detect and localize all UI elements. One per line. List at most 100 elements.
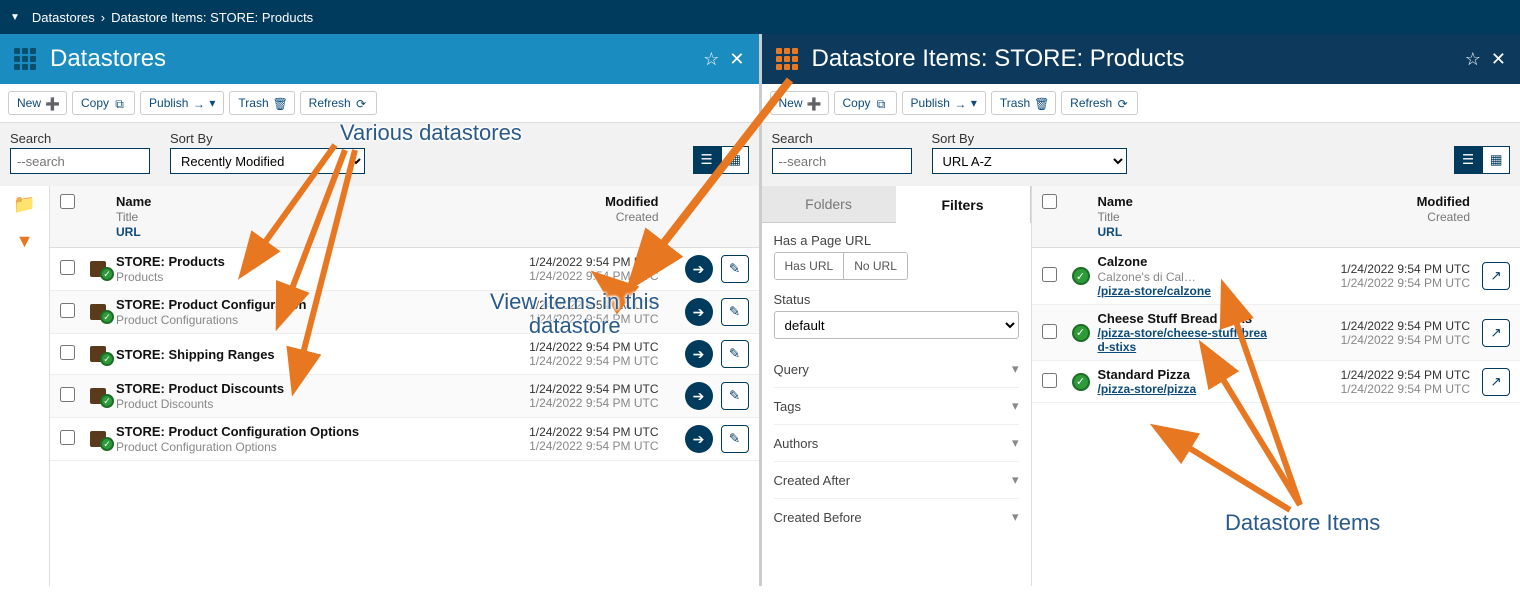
filter-section[interactable]: Authors▾ — [774, 424, 1019, 461]
copy-button[interactable]: Copy⧉ — [72, 91, 135, 115]
row-modified: 1/24/2022 9:54 PM UTC — [529, 382, 658, 396]
filter-section-label: Query — [774, 362, 809, 377]
row-name: Calzone — [1098, 254, 1271, 269]
list-view-button[interactable]: ☰ — [693, 146, 721, 174]
apps-icon[interactable] — [776, 48, 798, 70]
edit-button[interactable]: ✎ — [721, 298, 749, 326]
open-items-button[interactable]: ➔ — [685, 340, 713, 368]
row-checkbox[interactable] — [60, 430, 75, 445]
has-url-button[interactable]: Has URL — [775, 253, 845, 279]
chevron-down-icon: ▾ — [1012, 398, 1019, 414]
filter-section[interactable]: Tags▾ — [774, 387, 1019, 424]
copy-button[interactable]: Copy⧉ — [834, 91, 897, 115]
table-row[interactable]: ✓ STORE: Product Configuration OptionsPr… — [50, 418, 759, 461]
publish-button[interactable]: Publish→▾ — [902, 91, 986, 115]
tab-filters[interactable]: Filters — [896, 186, 1031, 223]
publish-button[interactable]: Publish→▾ — [140, 91, 224, 115]
table-row[interactable]: ✓ STORE: Shipping Ranges 1/24/2022 9:54 … — [50, 334, 759, 375]
datastore-status-icon: ✓ — [90, 429, 112, 449]
table-row[interactable]: ✓ STORE: ProductsProducts 1/24/2022 9:54… — [50, 248, 759, 291]
open-link-button[interactable]: ↗ — [1482, 262, 1510, 290]
grid-view-button[interactable]: ▦ — [721, 146, 749, 174]
table-row[interactable]: ✓ Cheese Stuff Bread Stixs/pizza-store/c… — [1032, 305, 1520, 361]
refresh-button[interactable]: Refresh⟳ — [300, 91, 377, 115]
edit-button[interactable]: ✎ — [721, 425, 749, 453]
row-checkbox[interactable] — [1042, 267, 1057, 282]
filter-section[interactable]: Created After▾ — [774, 461, 1019, 498]
select-all-checkbox[interactable] — [1042, 194, 1057, 209]
row-url[interactable]: /pizza-store/cheese-stuff-bread-stixs — [1098, 326, 1271, 354]
sort-select[interactable]: URL A-Z — [932, 148, 1127, 174]
row-modified: 1/24/2022 9:54 PM UTC — [529, 298, 658, 312]
edit-button[interactable]: ✎ — [721, 382, 749, 410]
status-ok-icon: ✓ — [1072, 373, 1090, 391]
row-title: Calzone's di Cal… — [1098, 270, 1196, 284]
new-button[interactable]: New➕ — [770, 91, 829, 115]
search-input[interactable] — [10, 148, 150, 174]
edit-button[interactable]: ✎ — [721, 255, 749, 283]
chevron-down-icon[interactable]: ▼ — [10, 12, 20, 23]
open-items-button[interactable]: ➔ — [685, 255, 713, 283]
row-checkbox[interactable] — [60, 345, 75, 360]
no-url-button[interactable]: No URL — [844, 253, 907, 279]
table-row[interactable]: ✓ Standard Pizza/pizza-store/pizza 1/24/… — [1032, 361, 1520, 403]
new-button[interactable]: New➕ — [8, 91, 67, 115]
select-all-checkbox[interactable] — [60, 194, 75, 209]
chevron-down-icon: ▾ — [1012, 472, 1019, 488]
filter-panel: Folders Filters Has a Page URL Has URL N… — [762, 186, 1032, 586]
row-checkbox[interactable] — [1042, 324, 1057, 339]
table-row[interactable]: ✓ CalzoneCalzone's di Cal…/pizza-store/c… — [1032, 248, 1520, 305]
open-items-button[interactable]: ➔ — [685, 298, 713, 326]
open-link-button[interactable]: ↗ — [1482, 368, 1510, 396]
trash-button[interactable]: Trash🗑 — [991, 91, 1056, 115]
list-view-button[interactable]: ☰ — [1454, 146, 1482, 174]
status-ok-icon: ✓ — [1072, 267, 1090, 285]
plus-icon: ➕ — [807, 97, 820, 110]
sort-select[interactable]: Recently Modified — [170, 148, 365, 174]
row-title: Product Discounts — [116, 397, 213, 411]
search-input[interactable] — [772, 148, 912, 174]
table-row[interactable]: ✓ STORE: Product ConfigurationProduct Co… — [50, 291, 759, 334]
apps-icon[interactable] — [14, 48, 36, 70]
folder-icon[interactable]: 📁 — [13, 194, 35, 215]
row-name: STORE: Product Discounts — [116, 381, 459, 396]
chevron-down-icon: ▾ — [209, 96, 215, 110]
open-items-button[interactable]: ➔ — [685, 382, 713, 410]
filter-status-label: Status — [774, 292, 1019, 307]
filter-section-label: Authors — [774, 436, 819, 451]
arrow-right-icon: → — [954, 97, 967, 110]
star-icon[interactable]: ☆ — [1465, 49, 1481, 70]
refresh-button[interactable]: Refresh⟳ — [1061, 91, 1138, 115]
row-created: 1/24/2022 9:54 PM UTC — [529, 396, 658, 410]
tab-folders[interactable]: Folders — [762, 186, 896, 223]
col-title: Title — [116, 210, 138, 224]
star-icon[interactable]: ☆ — [703, 49, 719, 70]
breadcrumb-current[interactable]: Datastore Items: STORE: Products — [111, 10, 313, 25]
close-icon[interactable]: ✕ — [729, 49, 744, 70]
row-checkbox[interactable] — [1042, 373, 1057, 388]
filter-section[interactable]: Created Before▾ — [774, 498, 1019, 535]
edit-button[interactable]: ✎ — [721, 340, 749, 368]
filter-icon[interactable]: ▼ — [16, 231, 34, 252]
filter-section[interactable]: Query▾ — [774, 351, 1019, 387]
row-name: STORE: Products — [116, 254, 459, 269]
row-url[interactable]: /pizza-store/calzone — [1098, 284, 1271, 298]
open-link-button[interactable]: ↗ — [1482, 319, 1510, 347]
list-header: Name Title URL Modified Created — [1032, 186, 1520, 248]
table-row[interactable]: ✓ STORE: Product DiscountsProduct Discou… — [50, 375, 759, 418]
col-name: Name — [1098, 194, 1271, 209]
panel-header-items: Datastore Items: STORE: Products ☆ ✕ — [762, 34, 1520, 84]
row-url[interactable]: /pizza-store/pizza — [1098, 382, 1271, 396]
row-checkbox[interactable] — [60, 303, 75, 318]
row-checkbox[interactable] — [60, 260, 75, 275]
side-rail: 📁 ▼ — [0, 186, 50, 586]
row-title: Product Configuration Options — [116, 440, 277, 454]
status-select[interactable]: default — [774, 311, 1019, 339]
chevron-down-icon: ▾ — [971, 96, 977, 110]
grid-view-button[interactable]: ▦ — [1482, 146, 1510, 174]
trash-button[interactable]: Trash🗑 — [229, 91, 294, 115]
breadcrumb-datastores[interactable]: Datastores — [32, 10, 95, 25]
close-icon[interactable]: ✕ — [1491, 49, 1506, 70]
row-checkbox[interactable] — [60, 387, 75, 402]
open-items-button[interactable]: ➔ — [685, 425, 713, 453]
